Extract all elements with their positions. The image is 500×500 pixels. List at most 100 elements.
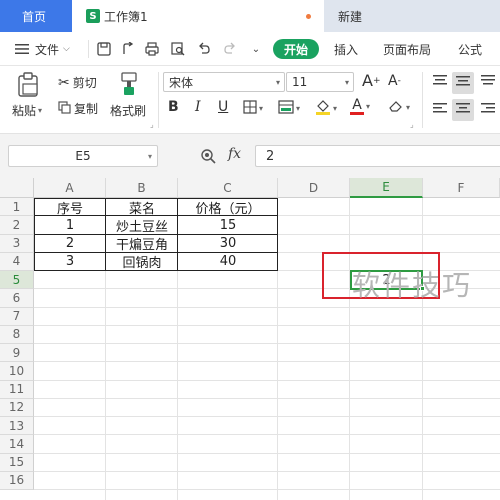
tab-insert[interactable]: 插入 (334, 40, 358, 58)
insert-function-button[interactable]: fx (228, 146, 241, 162)
tab-workbook-label: 工作簿1 (104, 9, 148, 24)
column-header-b[interactable]: B (106, 178, 178, 198)
italic-button[interactable]: I (195, 99, 201, 115)
save-button[interactable] (96, 40, 112, 58)
paste-button[interactable]: 粘贴 ▾ (12, 102, 42, 119)
select-all-corner[interactable] (0, 178, 34, 198)
table-cell[interactable]: 1 (34, 216, 106, 234)
row-header-2[interactable]: 2 (0, 216, 34, 235)
underline-button[interactable]: U (218, 99, 228, 115)
tab-home-label: 首页 (22, 9, 47, 24)
row-header-10[interactable]: 10 (0, 362, 34, 381)
chevron-down-icon: ▾ (296, 104, 301, 113)
grow-font-button[interactable]: A + (362, 71, 381, 90)
shrink-font-button[interactable]: A- (388, 73, 401, 89)
tab-insert-label: 插入 (334, 42, 359, 57)
column-header-c[interactable]: C (178, 178, 278, 198)
undo-icon (196, 41, 212, 57)
copy-button[interactable]: 复制 (58, 100, 98, 117)
font-dialog-launcher-icon[interactable]: ⌟ (410, 120, 414, 129)
row-header-13[interactable]: 13 (0, 417, 34, 436)
column-header-e[interactable]: E (350, 178, 423, 198)
tab-formula[interactable]: 公式 (458, 40, 482, 58)
redo-button[interactable] (222, 40, 238, 58)
tab-new-label: 新建 (338, 9, 363, 24)
align-center-button[interactable] (452, 99, 474, 121)
italic-icon: I (195, 99, 201, 115)
menu-separator (88, 40, 89, 58)
export-button[interactable] (120, 40, 136, 58)
align-top-button[interactable] (430, 72, 450, 92)
tab-new[interactable]: 新建 (326, 0, 406, 32)
table-cell[interactable]: 干煸豆角 (106, 235, 178, 253)
row-header-16[interactable]: 16 (0, 471, 34, 490)
align-top-icon (433, 74, 447, 90)
zoom-search-icon[interactable] (200, 148, 216, 167)
row-header-8[interactable]: 8 (0, 325, 34, 344)
row-header-12[interactable]: 12 (0, 398, 34, 417)
paste-icon[interactable] (16, 72, 40, 98)
spreadsheet-doc-icon: S (86, 9, 100, 23)
column-header-a[interactable]: A (34, 178, 106, 198)
column-header-f[interactable]: F (423, 178, 500, 198)
align-left-button[interactable] (430, 100, 450, 120)
redo-icon (222, 41, 238, 57)
tab-page-layout[interactable]: 页面布局 (383, 40, 431, 58)
row-header-14[interactable]: 14 (0, 435, 34, 454)
row-header-15[interactable]: 15 (0, 453, 34, 472)
row-header-11[interactable]: 11 (0, 380, 34, 399)
print-preview-button[interactable] (170, 40, 186, 58)
table-cell[interactable]: 15 (178, 216, 278, 234)
table-cell[interactable]: 炒土豆丝 (106, 216, 178, 235)
row-header-6[interactable]: 6 (0, 289, 34, 308)
file-menu[interactable]: 文件 ⌵ (14, 40, 70, 58)
align-middle-button[interactable] (452, 72, 474, 94)
clipboard-dialog-launcher-icon[interactable]: ⌟ (150, 120, 154, 129)
watermark-text: 软件技巧 (352, 269, 473, 302)
tab-workbook[interactable]: S 工作簿1 (72, 0, 324, 32)
table-cell[interactable]: 2 (34, 235, 106, 253)
customize-dropdown[interactable]: ⌄ (248, 40, 264, 58)
undo-button[interactable] (196, 40, 212, 58)
row-header-5[interactable]: 5 (0, 271, 34, 290)
font-size-select[interactable]: 11 ▾ (286, 72, 354, 92)
row-header-7[interactable]: 7 (0, 307, 34, 326)
row-header-3[interactable]: 3 (0, 234, 34, 253)
chevron-down-icon: ⌵ (63, 44, 70, 54)
column-header-d[interactable]: D (278, 178, 350, 198)
formula-input[interactable]: 2 (255, 145, 500, 167)
table-header-cell[interactable]: 菜名 (106, 198, 178, 217)
row-header-1[interactable]: 1 (0, 198, 34, 217)
tab-start[interactable]: 开始 (273, 39, 319, 59)
cut-button[interactable]: ✂ 剪切 (58, 74, 97, 91)
table-header-cell[interactable]: 序号 (34, 198, 106, 217)
align-bottom-button[interactable] (478, 72, 498, 92)
chevron-down-icon: ▾ (275, 78, 280, 87)
grid-row-line (34, 489, 500, 490)
format-painter-button[interactable]: 格式刷 (110, 102, 146, 119)
font-name-select[interactable]: 宋体 ▾ (163, 72, 285, 92)
print-button[interactable] (144, 40, 160, 58)
name-box[interactable]: E5 ▾ (8, 145, 158, 167)
bold-button[interactable]: B (168, 99, 179, 115)
table-cell[interactable]: 30 (178, 235, 278, 253)
row-header-9[interactable]: 9 (0, 344, 34, 363)
format-painter-icon[interactable] (119, 72, 139, 96)
row-header-4[interactable]: 4 (0, 252, 34, 271)
cell-style-button[interactable]: ▾ (278, 100, 300, 117)
menu-bar: 文件 ⌵ ⌄ 开始 插入 页面布局 公式 (0, 32, 500, 66)
spreadsheet-grid: A B C D E F 1 2 3 4 5 6 7 8 9 10 11 12 13 14 15 16 序号 菜名 价格（元） 1 炒… (0, 178, 500, 500)
table-header-cell[interactable]: 价格（元） (178, 198, 278, 217)
clear-format-button[interactable]: ▾ (388, 99, 410, 116)
font-color-button[interactable]: A ▾ (350, 98, 370, 115)
eraser-icon (388, 99, 404, 116)
table-border (34, 215, 278, 217)
table-cell[interactable]: 回锅肉 (106, 253, 178, 271)
align-right-button[interactable] (478, 100, 498, 120)
fill-color-button[interactable]: ▾ (315, 99, 337, 118)
table-cell[interactable]: 3 (34, 253, 106, 271)
tab-home[interactable]: 首页 (0, 0, 72, 32)
hamburger-icon (14, 41, 30, 57)
border-button[interactable]: ▾ (243, 100, 263, 117)
table-cell[interactable]: 40 (178, 253, 278, 271)
